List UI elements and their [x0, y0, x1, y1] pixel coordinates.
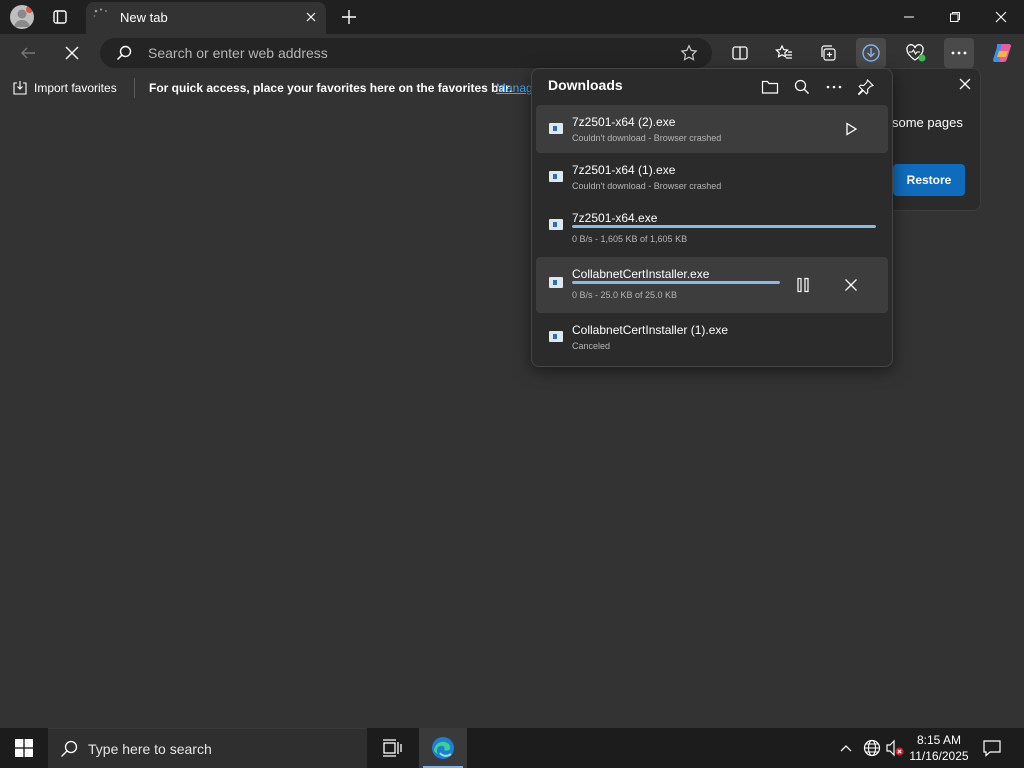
taskbar-search-box[interactable]: Type here to search [48, 728, 367, 768]
download-progress-fill [572, 281, 780, 284]
profile-badge [26, 6, 33, 13]
downloads-panel: Downloads 7z2501-x64 (2).exe Couldn't do… [531, 68, 893, 367]
download-status: Canceled [572, 341, 611, 351]
download-file-name: 7z2501-x64 (1).exe [572, 163, 676, 177]
restore-button[interactable]: Restore [893, 164, 965, 196]
taskbar-search-placeholder: Type here to search [88, 741, 212, 757]
download-progress-bar [572, 281, 780, 284]
exe-file-icon [549, 277, 563, 288]
copilot-icon[interactable] [987, 38, 1017, 68]
start-button[interactable] [0, 728, 48, 768]
title-bar: New tab [0, 0, 1024, 34]
download-status: Couldn't download - Browser crashed [572, 133, 722, 143]
restore-popup-text: some pages [892, 115, 963, 130]
task-view-icon[interactable] [372, 728, 412, 768]
downloads-more-options-icon[interactable] [822, 75, 846, 99]
restore-popup-close-icon[interactable] [958, 77, 972, 91]
favorites-hint: For quick access, place your favorites h… [149, 81, 513, 95]
download-progress-fill [572, 225, 876, 228]
search-icon [116, 45, 132, 61]
collections-icon[interactable] [813, 38, 843, 68]
settings-more-icon[interactable] [944, 38, 974, 68]
system-clock[interactable]: 8:15 AM 11/16/2025 [904, 732, 974, 764]
download-item[interactable]: CollabnetCertInstaller (1).exe Canceled [536, 313, 888, 361]
new-tab-button[interactable] [338, 6, 360, 28]
exe-file-icon [549, 123, 563, 134]
download-item[interactable]: CollabnetCertInstaller.exe 0 B/s - 25.0 … [536, 257, 888, 313]
stop-loading-button[interactable] [57, 38, 87, 68]
download-file-name: 7z2501-x64.exe [572, 211, 658, 225]
search-downloads-icon[interactable] [790, 75, 814, 99]
import-icon [13, 81, 27, 95]
downloads-button[interactable] [856, 38, 886, 68]
clock-date: 11/16/2025 [909, 749, 969, 763]
import-favorites-button[interactable]: Import favorites [12, 80, 117, 96]
manage-favorites-link[interactable]: Manage favorites now [496, 81, 532, 95]
download-status: 0 B/s - 1,605 KB of 1,605 KB [572, 234, 688, 244]
taskbar-search-icon [60, 740, 78, 758]
show-hidden-icons-chevron-icon[interactable] [838, 738, 854, 758]
restore-window-button[interactable] [932, 0, 978, 34]
close-window-button[interactable] [978, 0, 1024, 34]
open-downloads-folder-icon[interactable] [758, 75, 782, 99]
download-status: Couldn't download - Browser crashed [572, 181, 722, 191]
download-file-name: CollabnetCertInstaller (1).exe [572, 323, 729, 337]
address-bar[interactable]: Search or enter web address [100, 38, 712, 68]
download-file-name: CollabnetCertInstaller.exe [572, 267, 710, 281]
edge-icon [432, 737, 454, 759]
minimize-button[interactable] [886, 0, 932, 34]
notifications-icon[interactable] [982, 738, 1002, 758]
favorites-divider [134, 78, 135, 98]
downloads-title: Downloads [548, 77, 623, 93]
exe-file-icon [549, 331, 563, 342]
windows-logo-icon [15, 739, 33, 757]
add-favorite-star-icon[interactable] [680, 44, 698, 62]
address-placeholder: Search or enter web address [148, 45, 328, 61]
volume-muted-icon[interactable] [885, 738, 905, 758]
split-screen-icon[interactable] [725, 38, 755, 68]
download-status: 0 B/s - 25.0 KB of 25.0 KB [572, 290, 678, 300]
favorites-icon[interactable] [769, 38, 799, 68]
tab-title: New tab [120, 10, 168, 25]
download-item[interactable]: 7z2501-x64.exe 0 B/s - 1,605 KB of 1,605… [536, 201, 888, 249]
exe-file-icon [549, 171, 563, 182]
download-item[interactable]: 7z2501-x64 (1).exe Couldn't download - B… [536, 153, 888, 201]
taskbar: Type here to search 8:15 AM 11/16/2025 [0, 728, 1024, 768]
clock-time: 8:15 AM [916, 733, 962, 747]
profile-avatar[interactable] [10, 5, 34, 29]
tab-close-icon[interactable] [304, 10, 318, 24]
pause-icon[interactable] [791, 273, 815, 297]
network-globe-icon[interactable] [862, 738, 882, 758]
retry-play-icon[interactable] [839, 117, 863, 141]
exe-file-icon [549, 219, 563, 230]
import-favorites-label: Import favorites [34, 81, 117, 95]
edge-taskbar-button[interactable] [419, 728, 467, 768]
download-file-name: 7z2501-x64 (2).exe [572, 115, 676, 129]
tab-new-tab[interactable]: New tab [86, 2, 326, 34]
back-button[interactable] [13, 38, 43, 68]
navigation-toolbar: Search or enter web address [0, 34, 1024, 72]
download-progress-bar [572, 225, 876, 228]
loading-spinner-icon [92, 7, 110, 25]
cancel-download-icon[interactable] [839, 273, 863, 297]
download-item[interactable]: 7z2501-x64 (2).exe Couldn't download - B… [536, 105, 888, 153]
browser-essentials-heart-icon[interactable] [901, 38, 931, 68]
pin-downloads-icon[interactable] [854, 75, 878, 99]
tab-actions-icon[interactable] [48, 5, 72, 29]
